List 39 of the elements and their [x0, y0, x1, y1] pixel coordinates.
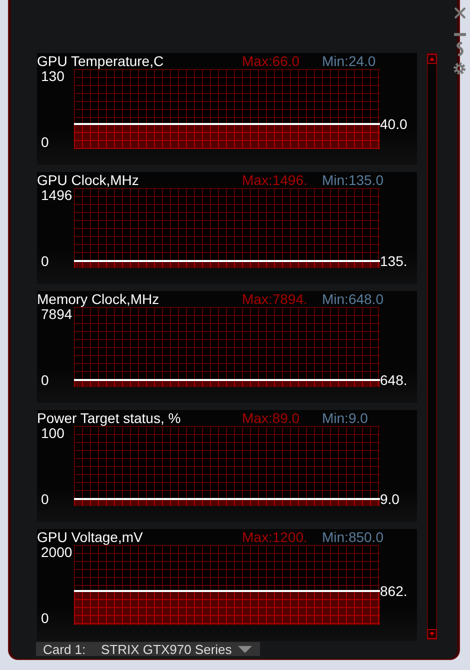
axis-label: 0: [41, 373, 50, 387]
min-reading: Min:648.0: [322, 291, 384, 307]
axis-label: 130: [41, 69, 66, 83]
scroll-up-button[interactable]: [427, 54, 437, 64]
graph-title: GPU Temperature,C: [37, 53, 165, 69]
current-reading: 135.: [380, 252, 408, 269]
card-selector[interactable]: Card 1: STRIX GTX970 Series: [36, 642, 260, 656]
scrollbar[interactable]: [427, 53, 437, 640]
minimize-icon[interactable]: [454, 33, 466, 36]
max-reading: Max:1496.: [242, 172, 308, 188]
scroll-down-button[interactable]: [427, 629, 437, 639]
link-icon[interactable]: [454, 42, 464, 56]
axis-label: 100: [41, 426, 66, 440]
current-reading: 862.: [380, 582, 408, 599]
settings-icon[interactable]: [453, 62, 466, 75]
axis-label: 0: [41, 611, 50, 625]
current-reading: 40.0: [380, 116, 408, 132]
max-reading: Max:1200.: [242, 529, 308, 545]
min-reading: Min:135.0: [322, 172, 384, 188]
current-reading: 9.0: [380, 490, 400, 507]
current-reading: 648.: [380, 372, 408, 388]
axis-label: 0: [41, 492, 50, 506]
axis-label: 0: [41, 254, 50, 268]
graph-title: GPU Voltage,mV: [37, 529, 144, 545]
min-reading: Min:9.0: [322, 410, 368, 426]
axis-label: 1496: [41, 188, 74, 202]
max-reading: Max:66.0: [242, 53, 301, 69]
dropdown-caret-icon: [238, 646, 252, 652]
close-icon[interactable]: [454, 7, 466, 19]
max-reading: Max:89.0: [242, 410, 301, 426]
graph-title: GPU Clock,MHz: [37, 172, 140, 188]
graph-title: Power Target status, %: [37, 410, 182, 426]
graph-title: Memory Clock,MHz: [37, 291, 160, 307]
axis-label: 7894: [41, 307, 72, 321]
max-reading: Max:7894.: [242, 291, 308, 307]
min-reading: Min:24.0: [322, 53, 376, 69]
axis-label: 2000: [41, 545, 72, 559]
axis-label: 0: [41, 135, 50, 149]
min-reading: Min:850.0: [322, 529, 384, 545]
